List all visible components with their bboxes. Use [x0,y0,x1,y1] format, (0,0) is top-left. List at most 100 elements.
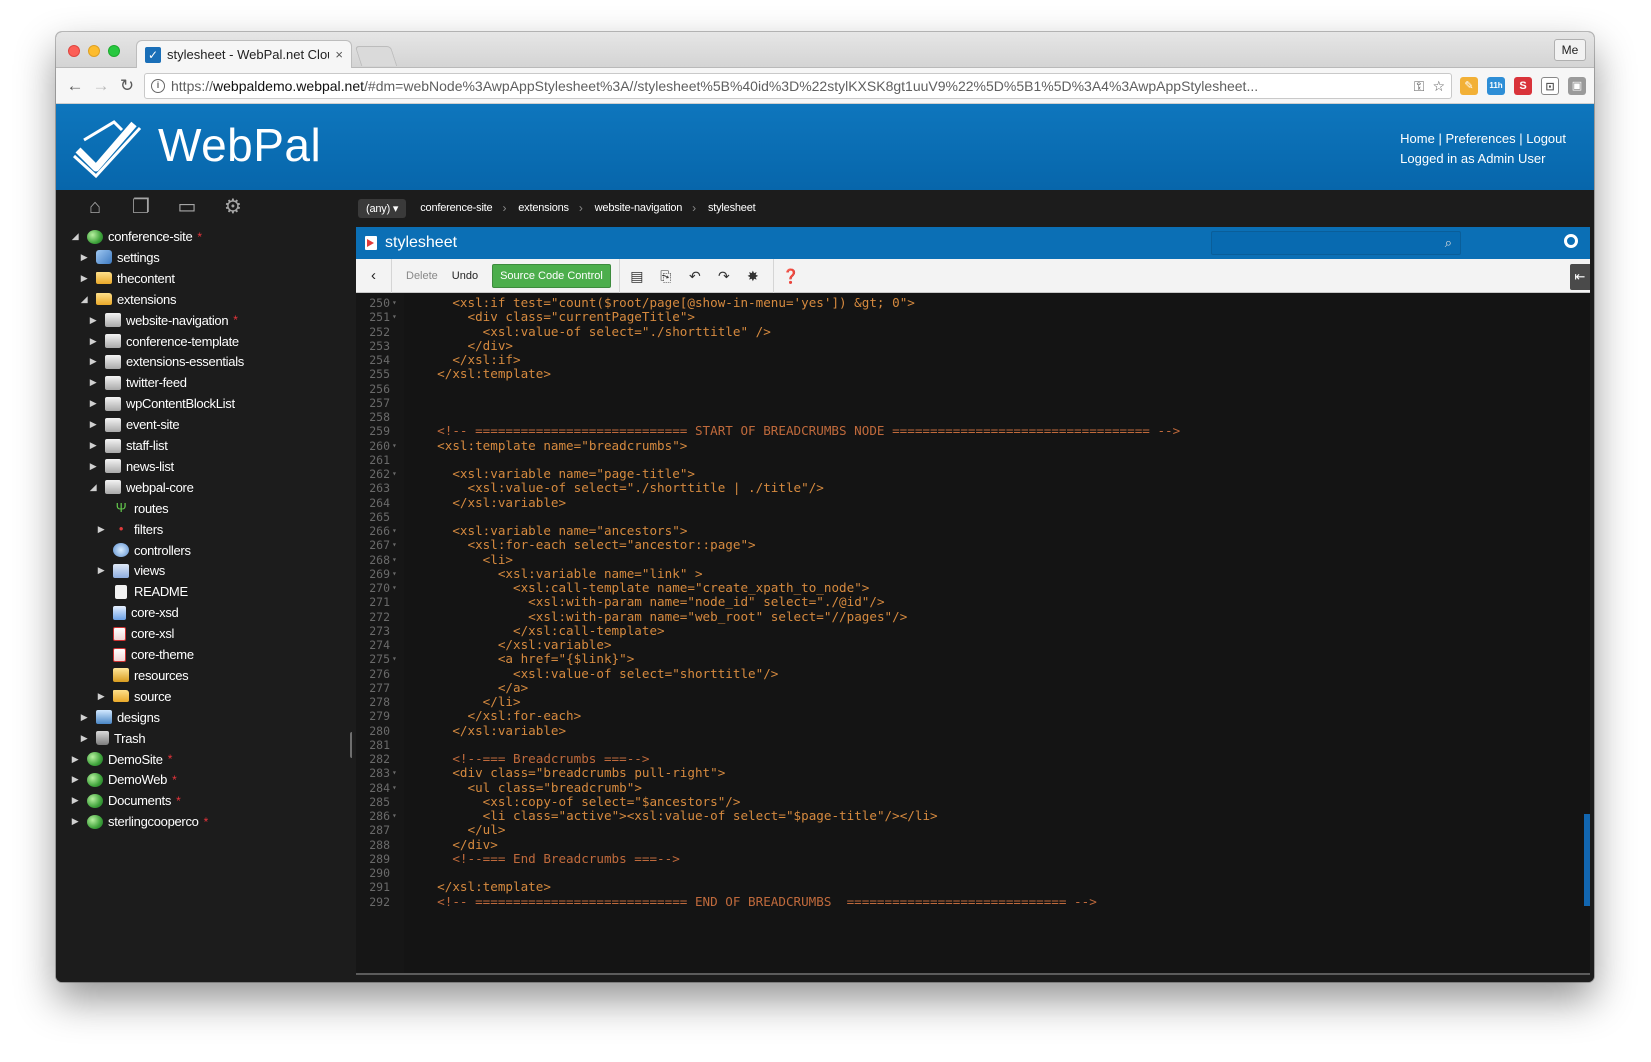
scope-dropdown[interactable]: (any) ▾ [358,198,407,218]
caret-right-icon[interactable]: ▶ [88,377,98,388]
fold-toggle-icon[interactable]: ▾ [392,766,397,780]
breadcrumb-item[interactable]: website-navigation [595,202,683,214]
code-line[interactable]: 266 ▾ <xsl:variable name="ancestors"> [356,523,1590,538]
code-line[interactable]: 283 ▾ <div class="breadcrumbs pull-right"… [356,765,1590,780]
code-line[interactable]: 280 </xsl:variable> [356,723,1590,738]
code-line[interactable]: 262 ▾ <xsl:variable name="page-title"> [356,466,1590,481]
help-icon[interactable]: ❓ [779,264,803,288]
home-link[interactable]: Home [1400,131,1435,146]
caret-right-icon[interactable]: ▶ [88,356,98,367]
close-window-button[interactable] [68,45,80,57]
editor-search-input[interactable]: ⌕ [1211,231,1461,255]
gear-icon[interactable]: ⚙ [222,196,244,218]
fold-toggle-icon[interactable]: ▾ [392,310,397,324]
tree-item[interactable]: ▶ wpContentBlockList [88,393,235,414]
preferences-link[interactable]: Preferences [1446,131,1516,146]
caret-right-icon[interactable]: ▶ [79,252,89,263]
code-line[interactable]: 290 [356,866,1590,880]
url-text[interactable]: https://webpaldemo.webpal.net/#dm=webNod… [171,78,1406,94]
fold-toggle-icon[interactable]: ▾ [392,439,397,453]
tab-close-icon[interactable]: × [335,47,343,62]
code-line[interactable]: 255 </xsl:template> [356,366,1590,381]
address-bar[interactable]: i https://webpaldemo.webpal.net/#dm=webN… [144,73,1452,99]
code-line[interactable]: 264 </xsl:variable> [356,495,1590,510]
code-editor[interactable]: 250 ▾ <xsl:if test="count($root/page[@sho… [356,293,1590,973]
code-line[interactable]: 270 ▾ <xsl:call-template name="create_xpa… [356,580,1590,595]
undo-button[interactable]: Undo [452,270,478,282]
fold-toggle-icon[interactable]: ▾ [392,652,397,666]
tree-item[interactable]: ◢ conference-site * [70,226,202,247]
code-line[interactable]: 268 ▾ <li> [356,552,1590,567]
editor-settings-icon[interactable] [1564,234,1578,248]
tree-item[interactable]: ▶ thecontent [79,268,175,289]
delete-button[interactable]: Delete [406,270,438,282]
extension-calendar-icon[interactable]: 11h [1487,77,1505,95]
tree-item[interactable]: ◢ webpal-core [88,477,194,498]
code-line[interactable]: 286 ▾ <li class="active"><xsl:value-of se… [356,808,1590,823]
tree-item[interactable]: ▶ twitter-feed [88,372,187,393]
fold-toggle-icon[interactable]: ▾ [392,296,397,310]
caret-right-icon[interactable]: ▶ [88,440,98,451]
code-line[interactable]: 256 [356,382,1590,396]
caret-right-icon[interactable]: ▶ [79,712,89,723]
fold-toggle-icon[interactable]: ▾ [392,538,397,552]
save-icon[interactable]: ▤ [625,264,649,288]
caret-right-icon[interactable]: ▶ [88,461,98,472]
code-line[interactable]: 275 ▾ <a href="{$link}"> [356,651,1590,666]
caret-right-icon[interactable]: ▶ [79,733,89,744]
code-line[interactable]: 285 <xsl:copy-of select="$ancestors"/> [356,794,1590,809]
code-line[interactable]: 282 <!--=== Breadcrumbs ===--> [356,751,1590,766]
caret-down-icon[interactable]: ◢ [79,294,89,305]
code-line[interactable]: 251 ▾ <div class="currentPageTitle"> [356,309,1590,324]
chevron-left-icon[interactable]: ‹ [356,258,392,293]
caret-right-icon[interactable]: ▶ [96,565,106,576]
bookmark-star-icon[interactable]: ☆ [1432,78,1445,95]
tree-item[interactable]: ▶ DemoSite * [70,749,173,770]
undo-arrow-icon[interactable]: ↶ [683,264,707,288]
code-line[interactable]: 291 </xsl:template> [356,879,1590,894]
tree-item[interactable]: ▶ source [96,686,172,707]
caret-right-icon[interactable]: ▶ [70,795,80,806]
tree-item[interactable]: ▶ Trash [79,728,146,749]
caret-right-icon[interactable]: ▶ [88,336,98,347]
arrow-left-icon[interactable]: ← [64,75,86,97]
code-line[interactable]: 252 <xsl:value-of select="./shorttitle" … [356,324,1590,339]
profile-button[interactable]: Me [1554,39,1586,61]
caret-right-icon[interactable]: ▶ [70,774,80,785]
tree-item[interactable]: ▶ sterlingcooperco * [70,811,209,832]
code-line[interactable]: 274 </xsl:variable> [356,637,1590,652]
tree-item[interactable]: ▶ extensions-essentials [88,351,245,372]
caret-right-icon[interactable]: ▶ [96,691,106,702]
code-line[interactable]: 265 [356,510,1590,524]
caret-right-icon[interactable]: ▶ [79,273,89,284]
tree-item[interactable]: ▶ conference-template [88,331,239,352]
home-icon[interactable]: ⌂ [84,196,106,218]
preview-icon[interactable]: ⎘ [654,264,678,288]
logo-text[interactable]: WebPal [158,118,321,172]
tree-item[interactable]: controllers [96,540,191,561]
browser-tab[interactable]: ✓ stylesheet - WebPal.net Cloud × [136,40,352,68]
tree-item[interactable]: ▶ website-navigation * [88,310,238,331]
scrollbar-thumb[interactable] [1584,814,1590,906]
code-line[interactable]: 254 </xsl:if> [356,352,1590,367]
cast-icon[interactable]: ⊡ [1541,77,1559,95]
code-line[interactable]: 267 ▾ <xsl:for-each select="ancestor::pag… [356,537,1590,552]
tree-item[interactable]: core-xsl [96,623,174,644]
tree-item[interactable]: resources [96,665,189,686]
code-line[interactable]: 277 </a> [356,680,1590,695]
extension-square-icon[interactable]: ▣ [1568,77,1586,95]
collapse-panel-icon[interactable]: ⇤ [1570,264,1590,290]
key-icon[interactable]: ⚿ [1414,78,1425,95]
tree-item[interactable]: ▶ event-site [88,414,180,435]
tree-item[interactable]: core-xsd [96,602,179,623]
code-line[interactable]: 257 [356,396,1590,410]
code-line[interactable]: 279 </xsl:for-each> [356,708,1590,723]
code-line[interactable]: 261 [356,453,1590,467]
code-line[interactable]: 269 ▾ <xsl:variable name="link" > [356,566,1590,581]
code-line[interactable]: 258 [356,410,1590,424]
code-line[interactable]: 253 </div> [356,338,1590,353]
tree-item[interactable]: ▶ Documents * [70,790,181,811]
pages-icon[interactable]: ❐ [130,196,152,218]
tree-item[interactable]: core-theme [96,644,194,665]
code-line[interactable]: 271 <xsl:with-param name="node_id" selec… [356,594,1590,609]
